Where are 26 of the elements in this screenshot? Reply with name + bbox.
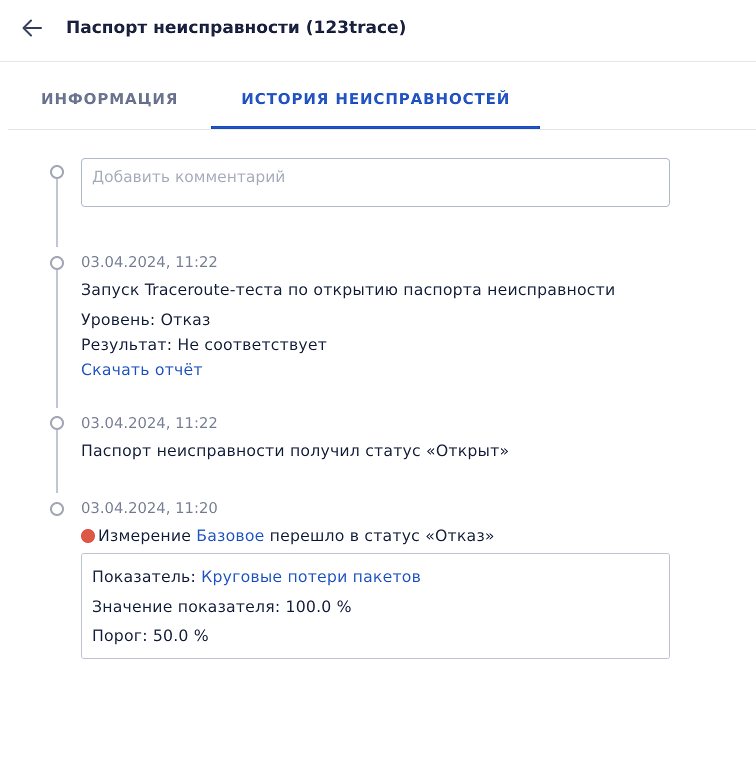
event-text: Запуск Traceroute-теста по открытию паспорта неисправности [81, 279, 616, 301]
timeline-marker-icon [50, 502, 64, 516]
tab[interactable]: ИСТОРИЯ НЕИСПРАВНОСТЕЙ [211, 68, 540, 129]
timeline-marker-icon [50, 165, 64, 179]
event-text: Паспорт неисправности получил статус «Открыт» [81, 440, 510, 462]
timeline-marker-icon [50, 256, 64, 270]
timeline-connector [56, 179, 58, 247]
detail-text: Порог: 50.0 % [92, 625, 209, 647]
measurement-link[interactable]: Базовое [196, 526, 264, 545]
page-title: Паспорт неисправности (123trace) [66, 17, 406, 39]
detail-text: Значение показателя: 100.0 % [92, 596, 352, 618]
event-time: 03.04.2024, 11:22 [81, 253, 219, 273]
event-link[interactable]: Скачать отчёт [81, 360, 203, 378]
event-time: 03.04.2024, 11:20 [81, 499, 219, 519]
back-button[interactable] [22, 19, 42, 37]
metric-link[interactable]: Круговые потери пакетов [201, 567, 422, 586]
tab[interactable]: ИНФОРМАЦИЯ [11, 68, 208, 129]
detail-text: Показатель: Круговые потери пакетов [92, 566, 422, 588]
event-text: Результат: Не соответствует [81, 334, 328, 356]
comment-field[interactable]: Добавить комментарий [81, 158, 670, 207]
event-text: Уровень: Отказ [81, 308, 212, 330]
event-time: 03.04.2024, 11:22 [81, 414, 219, 434]
status-message: Измерение Базовое перешло в статус «Отказ» [98, 525, 495, 547]
timeline-marker-icon [50, 416, 64, 430]
timeline-connector [56, 430, 58, 493]
arrow-left-icon [22, 19, 42, 37]
